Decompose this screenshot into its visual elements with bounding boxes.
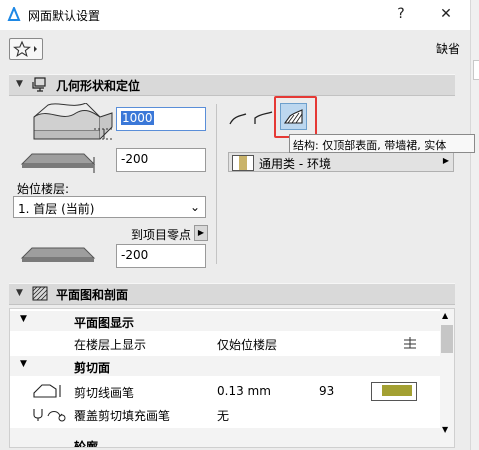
home-story-select[interactable]: 1. 首层 (当前) ⌄ <box>13 196 206 218</box>
geometry-positioning-icon <box>32 77 46 92</box>
chevron-right-icon: ▶ <box>442 156 449 165</box>
divider <box>216 104 217 264</box>
floorplan-settings-tree: ▼ 平面图显示 在楼层上显示 仅始位楼层 ▼ 剪切面 剪切线画笔 0.13 mm… <box>9 308 455 448</box>
background-window-edge <box>470 0 479 450</box>
structure-with-skirt-icon[interactable] <box>252 108 274 128</box>
default-label: 缺省 <box>436 42 461 56</box>
collapse-arrow-icon[interactable]: ▼ <box>20 359 27 369</box>
tree-row-label: 剪切线画笔 <box>74 386 135 400</box>
highlight-box <box>274 96 317 138</box>
surface-material-name: 通用类 - 环境 <box>259 157 331 171</box>
tree-row-show-on-stories[interactable]: 在楼层上显示 仅始位楼层 <box>10 333 442 353</box>
help-button[interactable]: ? <box>390 4 412 24</box>
project-zero-label: 到项目零点 <box>131 228 192 242</box>
app-logo-icon <box>7 7 21 21</box>
thickness-value: 1000 <box>121 111 154 125</box>
floorplan-section-icon <box>32 286 48 301</box>
mesh-thickness-input[interactable]: 1000 <box>116 107 206 131</box>
collapse-arrow-icon[interactable]: ▼ <box>16 79 23 89</box>
section-geometry-header[interactable]: ▼ 几何形状和定位 <box>9 74 455 96</box>
project-zero-arrow-icon[interactable]: ▶ <box>194 225 208 241</box>
tree-group-cut-surfaces[interactable]: ▼ 剪切面 <box>10 356 442 376</box>
structure-surface-only-icon[interactable] <box>228 110 248 128</box>
mesh-offset-input[interactable]: -200 <box>116 148 206 172</box>
tree-group-outlines[interactable]: 轮廓 <box>10 428 442 447</box>
tree-group-floorplan-display[interactable]: ▼ 平面图显示 <box>10 311 442 331</box>
tree-row-value: 无 <box>217 409 230 423</box>
tree-row-label: 覆盖剪切填充画笔 <box>74 409 171 423</box>
section-floorplan-title: 平面图和剖面 <box>56 288 129 302</box>
structure-tooltip: 结构: 仅顶部表面, 带墙裙, 实体 <box>289 134 475 153</box>
base-plane-icon <box>20 153 96 168</box>
project-zero-plane-icon <box>20 247 96 262</box>
favorites-button[interactable] <box>9 38 43 60</box>
story-stack-icon <box>404 337 416 349</box>
scrollbar-thumb[interactable] <box>441 325 453 353</box>
star-icon <box>13 40 37 58</box>
cut-line-pen-icon <box>33 384 61 398</box>
project-zero-offset-input[interactable]: -200 <box>116 244 206 268</box>
material-swatch-icon <box>232 155 254 171</box>
collapse-arrow-icon[interactable]: ▼ <box>16 288 23 298</box>
cut-fill-override-icon <box>33 409 66 422</box>
tree-row-value: 仅始位楼层 <box>217 338 278 352</box>
tree-group-label: 轮廓 <box>74 440 99 447</box>
scroll-up-icon[interactable]: ▲ <box>442 311 448 320</box>
home-story-label: 始位楼层: <box>17 182 70 196</box>
window-title: 网面默认设置 <box>28 9 101 23</box>
chevron-down-icon: ⌄ <box>189 200 200 214</box>
tree-row-label: 在楼层上显示 <box>74 338 147 352</box>
tree-group-label: 平面图显示 <box>74 316 135 330</box>
surface-material-select[interactable]: 通用类 - 环境 ▶ <box>228 152 454 172</box>
scroll-down-icon[interactable]: ▼ <box>442 425 448 434</box>
tree-scrollbar[interactable]: ▲ ▼ <box>440 309 454 447</box>
section-floorplan-header[interactable]: ▼ 平面图和剖面 <box>9 283 455 305</box>
tree-row-cut-line-pen[interactable]: 剪切线画笔 0.13 mm 93 <box>10 381 442 401</box>
close-button[interactable]: ✕ <box>435 4 457 24</box>
tree-group-label: 剪切面 <box>74 361 111 375</box>
section-geometry-title: 几何形状和定位 <box>56 79 141 93</box>
home-story-value: 1. 首层 (当前) <box>18 202 95 216</box>
tree-row-value: 0.13 mm <box>217 384 271 398</box>
tree-row-cut-fill-override[interactable]: 覆盖剪切填充画笔 无 <box>10 404 442 424</box>
collapse-arrow-icon[interactable]: ▼ <box>20 314 27 324</box>
pen-color-swatch[interactable] <box>371 382 417 401</box>
pen-number: 93 <box>319 384 335 398</box>
